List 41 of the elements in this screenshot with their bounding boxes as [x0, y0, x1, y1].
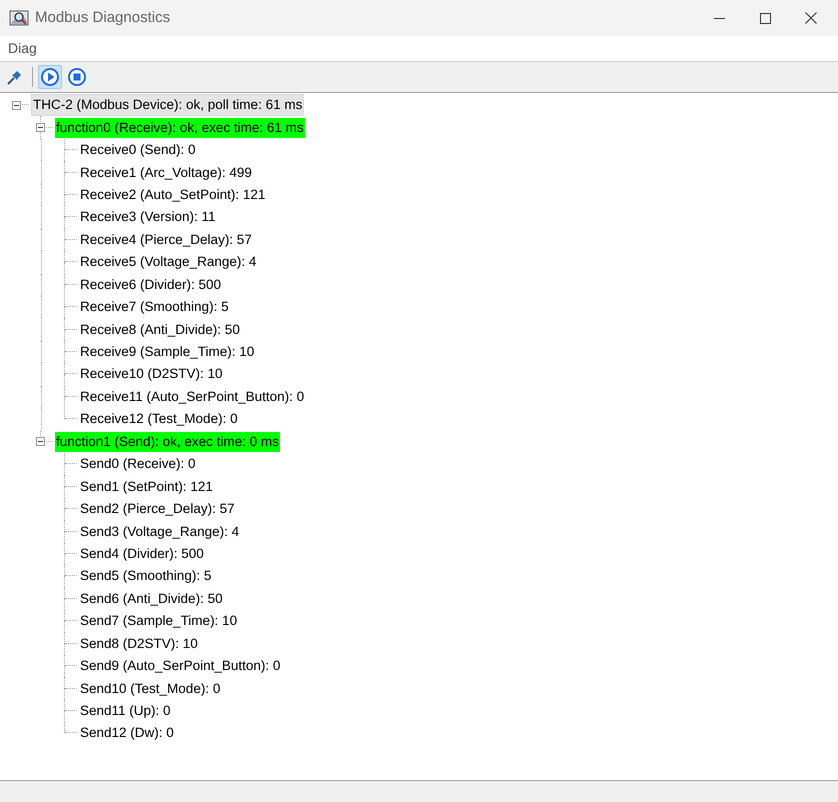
close-icon [805, 12, 817, 24]
toolbar-button[interactable] [38, 65, 62, 89]
tree-item[interactable]: Receive2 (Auto_SetPoint): 121 [79, 184, 266, 205]
tree-item[interactable]: Receive1 (Arc_Voltage): 499 [79, 162, 253, 183]
tree-item[interactable]: Receive11 (Auto_SerPoint_Button): 0 [79, 386, 306, 407]
tree-item[interactable]: Send2 (Pierce_Delay): 57 [79, 499, 236, 520]
tree-item[interactable]: Send4 (Divider): 500 [79, 544, 205, 564]
tree-item[interactable]: Send8 (D2STV): 10 [79, 634, 199, 654]
tree-item[interactable]: Send0 (Receive): 0 [79, 454, 197, 474]
tree-item[interactable]: function0 (Receive): ok, exec time: 61 ms [55, 118, 305, 138]
tree-item[interactable]: Send6 (Anti_Divide): 50 [79, 588, 224, 609]
collapse-toggle[interactable] [12, 100, 21, 110]
tree-item[interactable]: Send5 (Smoothing): 5 [79, 566, 212, 586]
collapse-toggle[interactable] [36, 437, 45, 446]
tree-item[interactable]: Receive10 (D2STV): 10 [79, 364, 224, 384]
tree-item[interactable]: Send7 (Sample_Time): 10 [79, 611, 238, 632]
tree-item[interactable]: function1 (Send): ok, exec time: 0 ms [55, 432, 280, 452]
tree-item[interactable]: Receive3 (Version): 11 [79, 207, 217, 228]
play-icon [40, 67, 60, 87]
tree-item[interactable]: Send10 (Test_Mode): 0 [79, 678, 222, 699]
tree-item[interactable]: Send9 (Auto_SerPoint_Button): 0 [79, 656, 282, 676]
tree-item[interactable]: Receive6 (Divider): 500 [79, 274, 222, 295]
tree-item[interactable]: Send11 (Up): 0 [79, 701, 172, 722]
tree-item[interactable]: Send12 (Dw): 0 [79, 723, 175, 744]
tree-item[interactable]: Receive9 (Sample_Time): 10 [79, 342, 256, 362]
tree-item[interactable]: THC-2 (Modbus Device): ok, poll time: 61 ms [31, 94, 304, 116]
window-title: Modbus Diagnostics [35, 8, 170, 28]
tree-item[interactable]: Receive4 (Pierce_Delay): 57 [79, 230, 253, 250]
pushpin-icon [6, 68, 24, 86]
maximize-icon [760, 12, 770, 24]
tree-item[interactable]: Send3 (Voltage_Range): 4 [79, 522, 240, 542]
tree-item[interactable]: Receive0 (Send): 0 [79, 140, 197, 160]
magnifier-icon [9, 9, 29, 27]
tree-item[interactable]: Receive8 (Anti_Divide): 50 [79, 320, 241, 340]
tree-item[interactable]: Send1 (SetPoint): 121 [79, 476, 214, 497]
menu-item[interactable]: Diag [0, 38, 45, 59]
stop-icon [67, 67, 87, 87]
tree-item[interactable]: Receive5 (Voltage_Range): 4 [79, 252, 258, 272]
tree-item[interactable]: Receive7 (Smoothing): 5 [79, 297, 230, 318]
tree-item[interactable]: Receive12 (Test_Mode): 0 [79, 409, 239, 430]
collapse-toggle[interactable] [36, 122, 45, 132]
